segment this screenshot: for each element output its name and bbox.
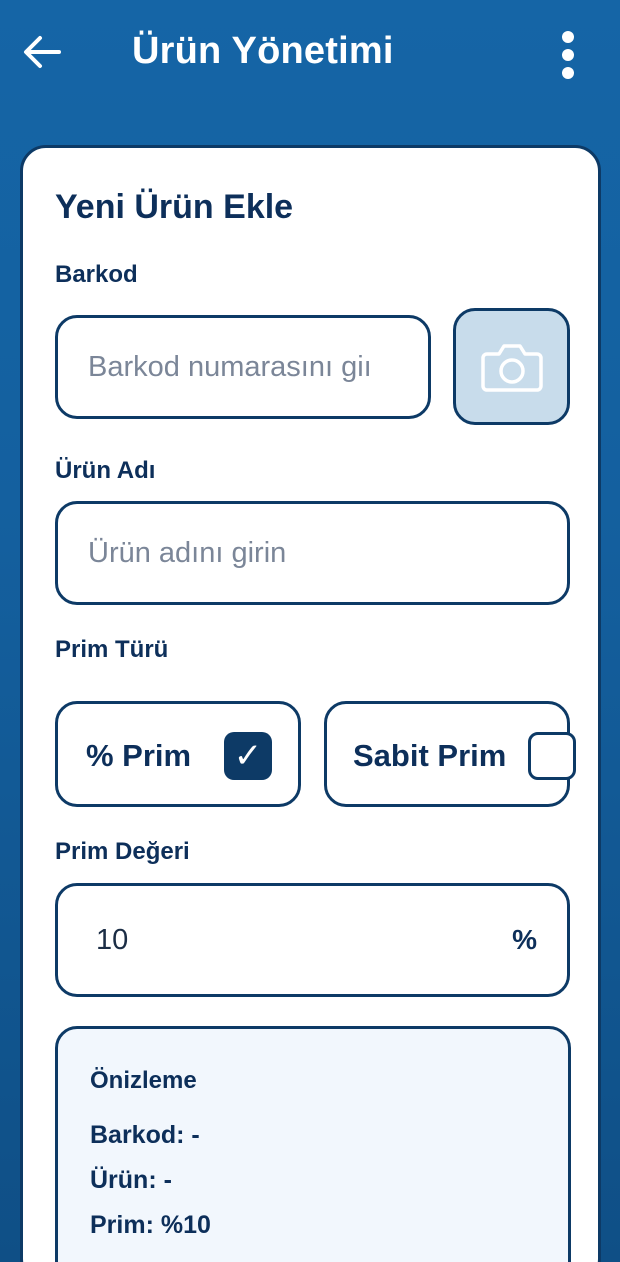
preview-barcode: Barkod: - bbox=[90, 1121, 200, 1149]
back-button[interactable] bbox=[20, 30, 64, 74]
more-options-button[interactable] bbox=[548, 30, 588, 80]
percent-bonus-checkbox[interactable]: ✓ bbox=[224, 732, 272, 780]
camera-icon bbox=[480, 343, 543, 392]
fixed-bonus-checkbox[interactable] bbox=[528, 732, 576, 780]
product-form-card: Yeni Ürün Ekle Barkod Ürün Adı Prim Türü… bbox=[20, 145, 601, 1262]
more-vertical-icon bbox=[562, 31, 574, 43]
percent-suffix: % bbox=[512, 924, 537, 955]
bonus-value-field: % bbox=[55, 883, 570, 997]
preview-product: Ürün: - bbox=[90, 1166, 172, 1194]
bonus-type-label: Prim Türü bbox=[55, 636, 169, 663]
product-name-label: Ürün Adı bbox=[55, 457, 156, 484]
preview-panel: Önizleme Barkod: - Ürün: - Prim: %10 bbox=[55, 1026, 571, 1262]
percent-bonus-label: % Prim bbox=[86, 738, 192, 773]
product-name-input[interactable] bbox=[58, 536, 567, 570]
barcode-field bbox=[55, 315, 431, 419]
page-title: Ürün Yönetimi bbox=[132, 30, 394, 72]
app-bar: Ürün Yönetimi bbox=[0, 0, 620, 110]
fixed-bonus-label: Sabit Prim bbox=[353, 738, 507, 773]
bonus-value-input[interactable] bbox=[58, 923, 478, 957]
fixed-bonus-option[interactable]: Sabit Prim bbox=[324, 701, 576, 807]
preview-title: Önizleme bbox=[90, 1067, 197, 1094]
barcode-label: Barkod bbox=[55, 261, 138, 288]
percent-bonus-option[interactable]: % Prim ✓ bbox=[55, 701, 301, 807]
arrow-left-icon bbox=[24, 36, 61, 68]
bonus-value-label: Prim Değeri bbox=[55, 838, 190, 865]
barcode-input[interactable] bbox=[58, 350, 428, 384]
form-title: Yeni Ürün Ekle bbox=[55, 188, 294, 226]
product-name-field bbox=[55, 501, 570, 605]
preview-bonus: Prim: %10 bbox=[90, 1211, 211, 1239]
scan-barcode-button[interactable] bbox=[453, 308, 570, 425]
